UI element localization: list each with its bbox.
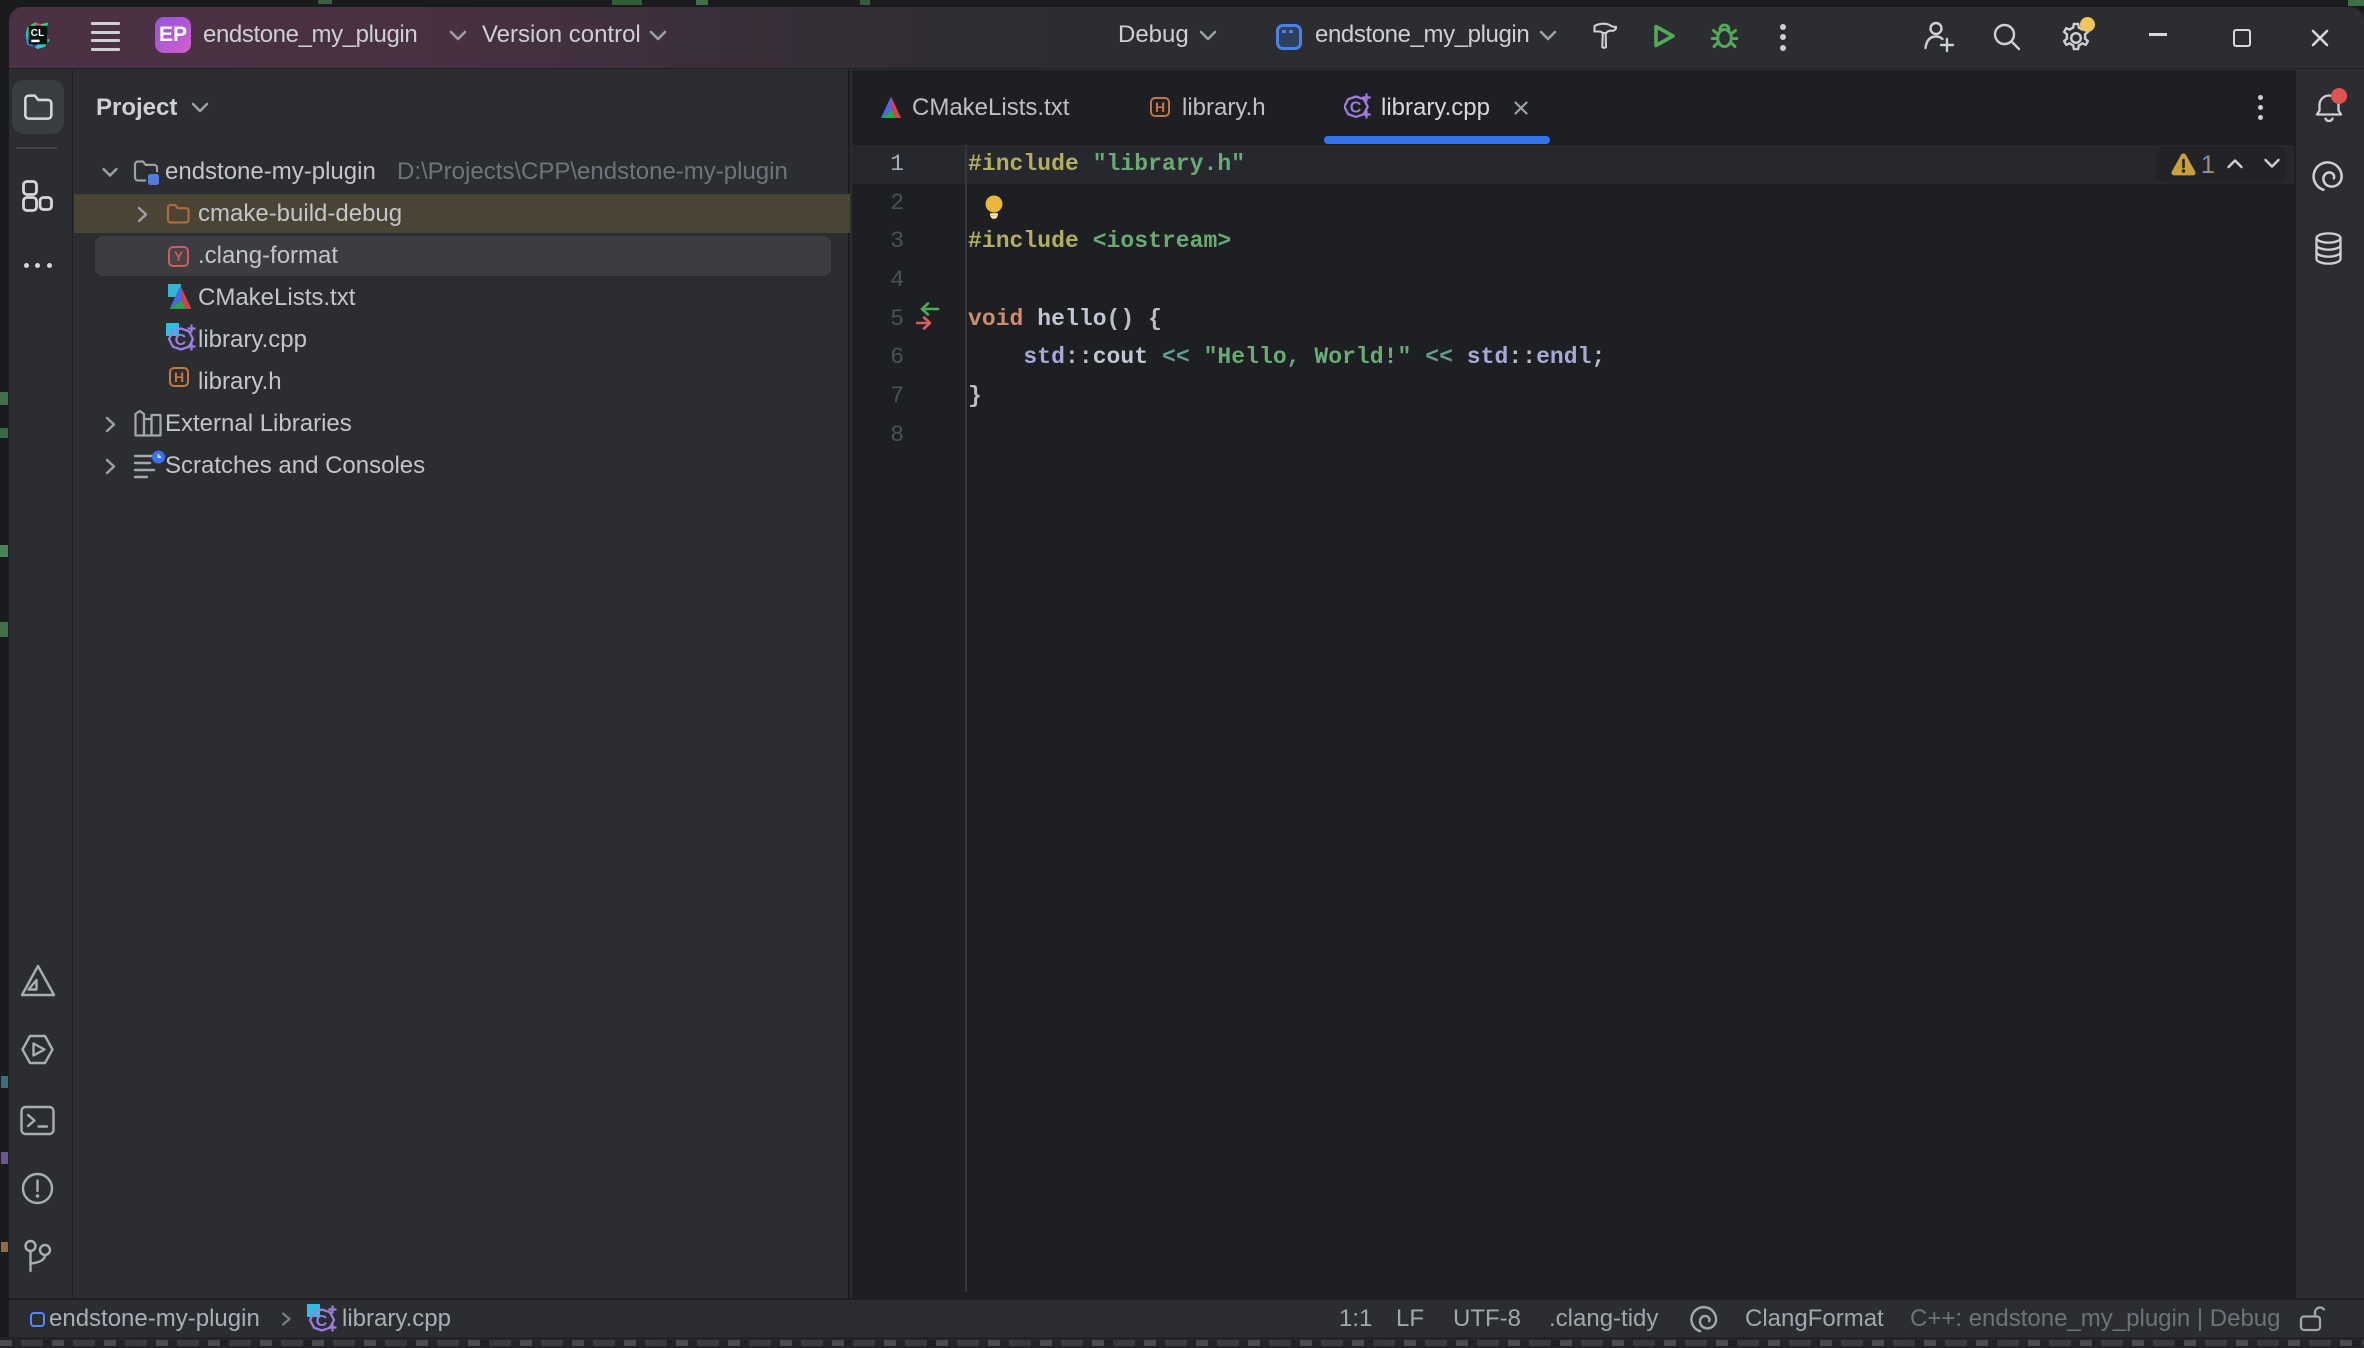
svg-text:CL: CL (31, 28, 45, 39)
svg-text:C: C (316, 1313, 328, 1330)
svg-text:C: C (175, 332, 187, 349)
svg-text:C: C (1350, 99, 1362, 116)
